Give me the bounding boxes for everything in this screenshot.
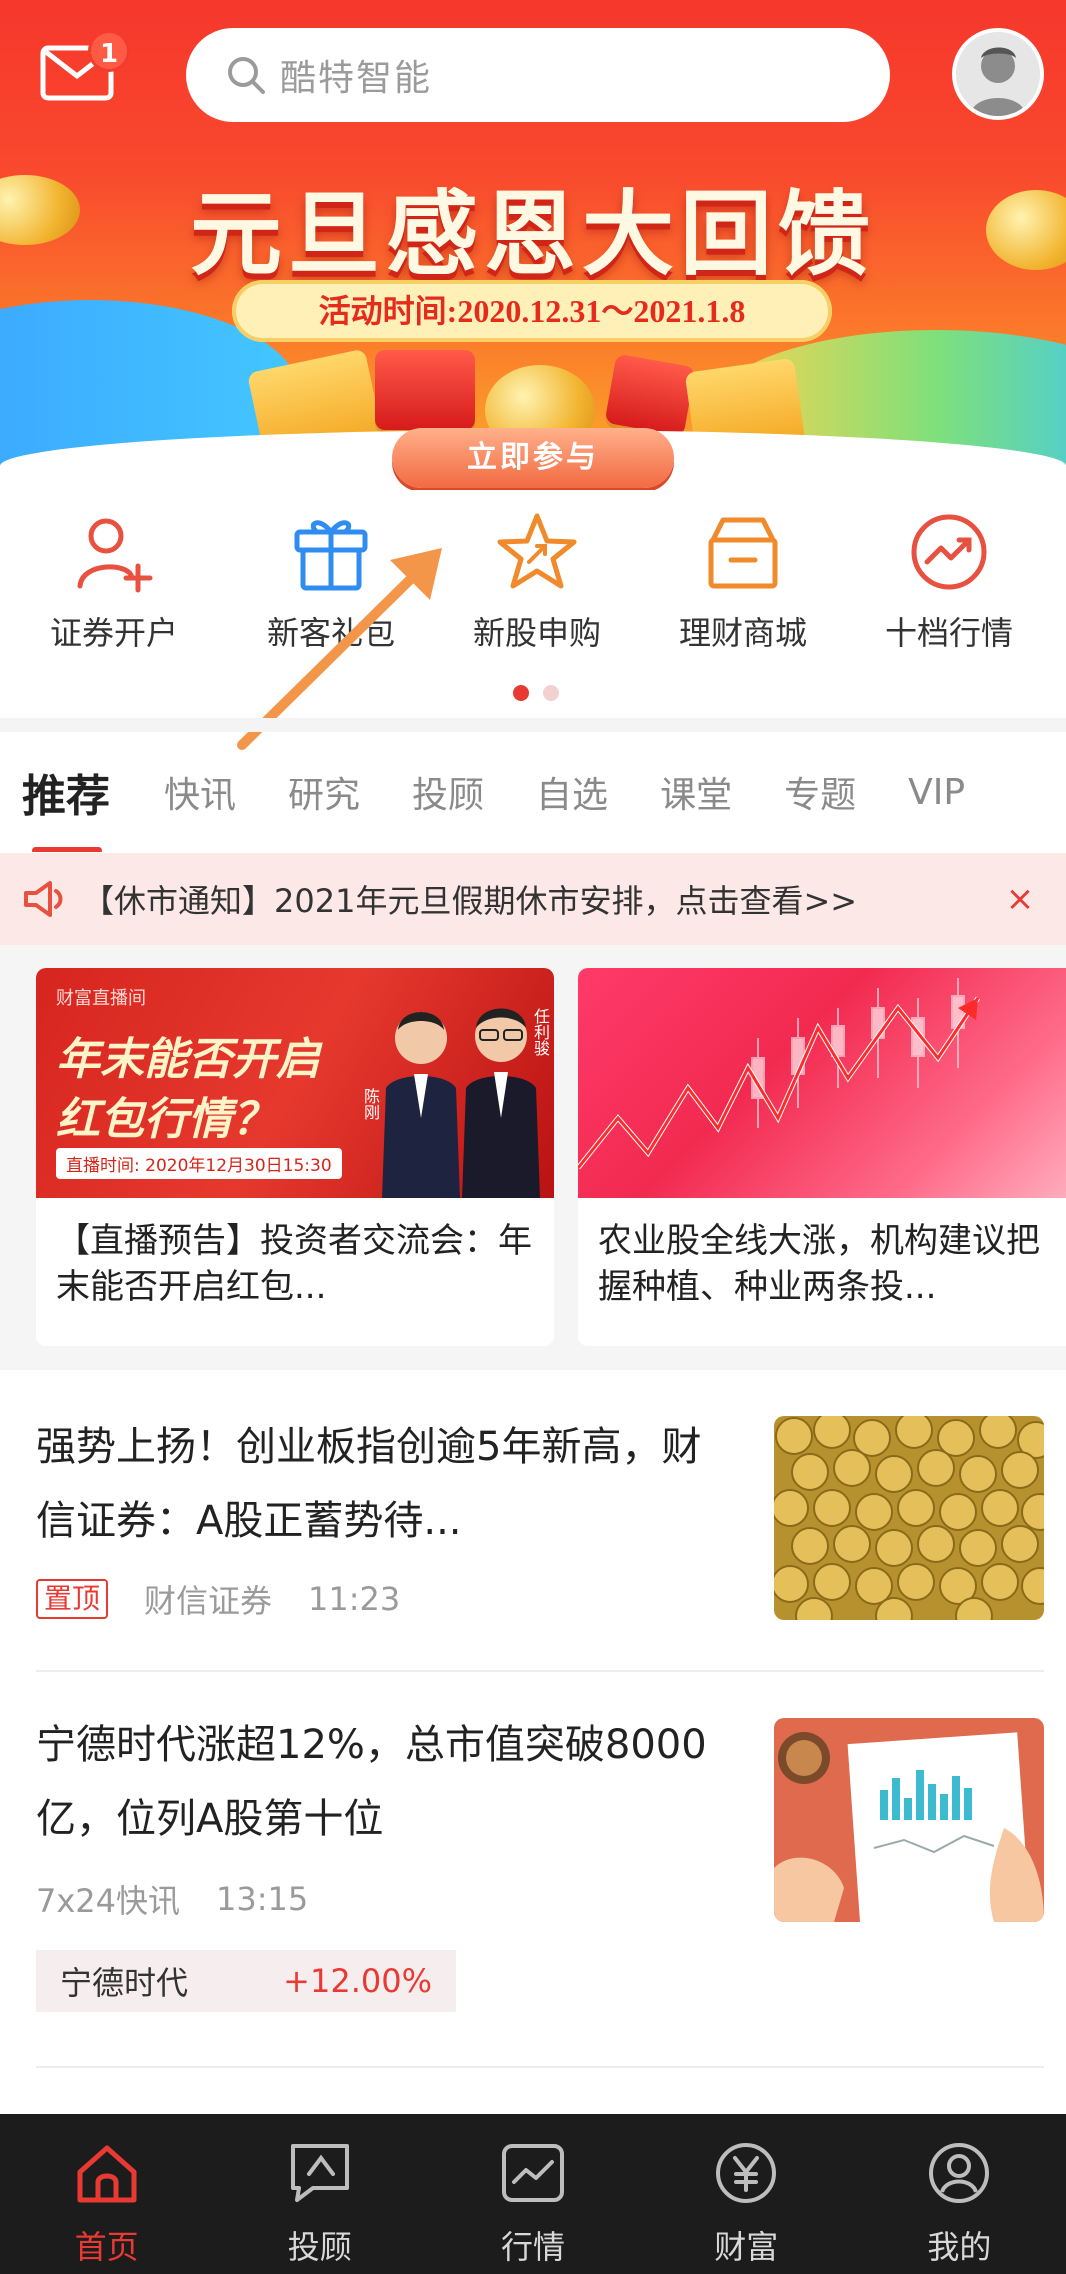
search-icon — [228, 57, 265, 94]
card-title: 农业股全线大涨，机构建议把握种植、种业两条投... — [598, 1221, 1040, 1307]
host-name-label: 陈刚 — [361, 1088, 380, 1120]
live-headline-line: 红包行情？ — [56, 1094, 276, 1145]
quick-entry-ipo[interactable]: 新股申购 — [434, 510, 640, 670]
live-time-label: 直播时间: 2020年12月30日15:30 — [56, 1148, 342, 1179]
nav-label: 财富 — [714, 2228, 779, 2266]
unread-badge: 1 — [88, 30, 130, 72]
trend-icon — [907, 510, 991, 594]
section-divider — [0, 718, 1066, 732]
news-time: 13:15 — [216, 1880, 309, 1918]
carousel-dot-active — [513, 685, 529, 701]
live-channel-tag: 财富直播间 — [56, 988, 146, 1009]
category-tabs: 推荐 快讯 研究 投顾 自选 课堂 专题 VIP — [0, 732, 1066, 852]
host-name-label: 任利骏 — [531, 1008, 550, 1056]
news-thumbnail — [774, 1416, 1044, 1620]
stock-chart-image — [578, 968, 1066, 1198]
banner-date-range: 活动时间:2020.12.31～2021.1.8 — [232, 280, 832, 342]
tab-flash[interactable]: 快讯 — [164, 766, 236, 818]
news-source: 7x24快讯 — [36, 1882, 181, 1920]
quick-entry-label: 十档行情 — [884, 614, 1013, 652]
avatar[interactable] — [952, 28, 1044, 120]
quick-entry-label: 证券开户 — [49, 614, 178, 652]
pinned-badge: 置顶 — [36, 1579, 109, 1619]
shop-box-icon — [701, 510, 785, 594]
stock-name: 宁德时代 — [60, 1964, 189, 2002]
advisor-icon — [285, 2138, 355, 2208]
star-icon — [495, 510, 579, 594]
tab-watchlist[interactable]: 自选 — [536, 766, 608, 818]
analysis-illustration — [774, 1718, 1044, 1922]
quick-entry-open-account[interactable]: 证券开户 — [0, 510, 228, 670]
red-packet-decoration — [375, 350, 475, 430]
carousel-indicator — [513, 685, 559, 701]
tab-research[interactable]: 研究 — [288, 766, 360, 818]
notice-bar[interactable]: 【休市通知】2021年元旦假期休市安排，点击查看>> × — [0, 853, 1066, 945]
stock-change: +12.00% — [283, 1962, 432, 2000]
news-item[interactable]: 宁德时代涨超12%，总市值突破8000亿，位列A股第十位 7x24快讯 13:1… — [0, 1672, 1066, 2064]
search-placeholder: 酷特智能 — [280, 58, 433, 99]
tab-advisor[interactable]: 投顾 — [412, 766, 484, 818]
notice-text: 【休市通知】2021年元旦假期休市安排，点击查看>> — [82, 882, 858, 920]
nav-profile[interactable]: 我的 — [853, 2114, 1066, 2274]
red-packet-decoration — [604, 353, 696, 437]
news-meta: 7x24快讯 13:15 — [36, 1876, 308, 1922]
quick-entry-gift[interactable]: 新客礼包 — [228, 510, 434, 670]
bottom-navigation: 首页 投顾 行情 财富 我的 — [0, 2114, 1066, 2274]
quick-entry-label: 新客礼包 — [266, 614, 395, 652]
nav-label: 首页 — [74, 2228, 139, 2266]
coins-image — [774, 1416, 1044, 1620]
quick-entry-mall[interactable]: 理财商城 — [640, 510, 846, 670]
featured-card-news[interactable]: 农业股全线大涨，机构建议把握种植、种业两条投... — [578, 968, 1066, 1346]
tab-recommend[interactable]: 推荐 — [22, 760, 110, 852]
nav-label: 行情 — [501, 2228, 566, 2266]
speaker-icon — [24, 881, 63, 917]
market-icon — [498, 2138, 568, 2208]
close-icon[interactable]: × — [990, 879, 1050, 919]
nav-label: 我的 — [927, 2228, 992, 2266]
news-meta: 置顶 财信证券 11:23 — [36, 1576, 400, 1622]
nav-wealth[interactable]: 财富 — [640, 2114, 853, 2274]
nav-advisor[interactable]: 投顾 — [213, 2114, 426, 2274]
tab-classroom[interactable]: 课堂 — [660, 766, 732, 818]
user-avatar-icon — [956, 32, 1040, 116]
quick-entry-level2[interactable]: 十档行情 — [846, 510, 1052, 670]
profile-icon — [924, 2138, 994, 2208]
tab-topics[interactable]: 专题 — [784, 766, 856, 818]
live-headline: 年末能否开启 红包行情？ — [56, 1030, 320, 1150]
news-thumbnail — [774, 1718, 1044, 1922]
host-photo — [382, 1012, 460, 1198]
quick-entry-label: 理财商城 — [678, 614, 807, 652]
quick-entry-bar: 证券开户 新客礼包 新股申购 理财商城 十档行情 — [0, 510, 1066, 670]
banner-title: 元旦感恩大回馈 — [189, 181, 876, 288]
news-time: 11:23 — [308, 1580, 401, 1618]
join-button[interactable]: 立即参与 — [392, 428, 674, 488]
nav-market[interactable]: 行情 — [426, 2114, 639, 2274]
add-user-icon — [72, 510, 156, 594]
related-stock-tag[interactable]: 宁德时代 +12.00% — [36, 1950, 456, 2012]
wealth-icon — [711, 2138, 781, 2208]
quick-entry-label: 新股申购 — [472, 614, 601, 652]
list-divider — [36, 2066, 1044, 2068]
card-title: 【直播预告】投资者交流会：年末能否开启红包... — [56, 1221, 532, 1307]
nav-home[interactable]: 首页 — [0, 2114, 213, 2274]
home-icon — [72, 2138, 142, 2208]
news-title: 宁德时代涨超12%，总市值突破8000亿，位列A股第十位 — [36, 1722, 707, 1842]
news-title: 强势上扬！创业板指创逾5年新高，财信证券：A股正蓄势待... — [36, 1424, 702, 1544]
gift-icon — [289, 510, 373, 594]
live-headline-line: 年末能否开启 — [56, 1034, 320, 1085]
live-poster-image: 财富直播间 年末能否开启 红包行情？ 直播时间: 2020年12月30日15:3… — [36, 968, 554, 1198]
carousel-dot — [543, 685, 559, 701]
tab-vip[interactable]: VIP — [908, 772, 965, 813]
nav-label: 投顾 — [287, 2228, 352, 2266]
search-box[interactable]: 酷特智能 — [186, 28, 890, 122]
news-source: 财信证券 — [144, 1582, 273, 1620]
featured-card-live[interactable]: 财富直播间 年末能否开启 红包行情？ 直播时间: 2020年12月30日15:3… — [36, 968, 554, 1346]
news-item[interactable]: 强势上扬！创业板指创逾5年新高，财信证券：A股正蓄势待... 置顶 财信证券 1… — [0, 1370, 1066, 1680]
candlestick-illustration — [578, 978, 981, 1170]
